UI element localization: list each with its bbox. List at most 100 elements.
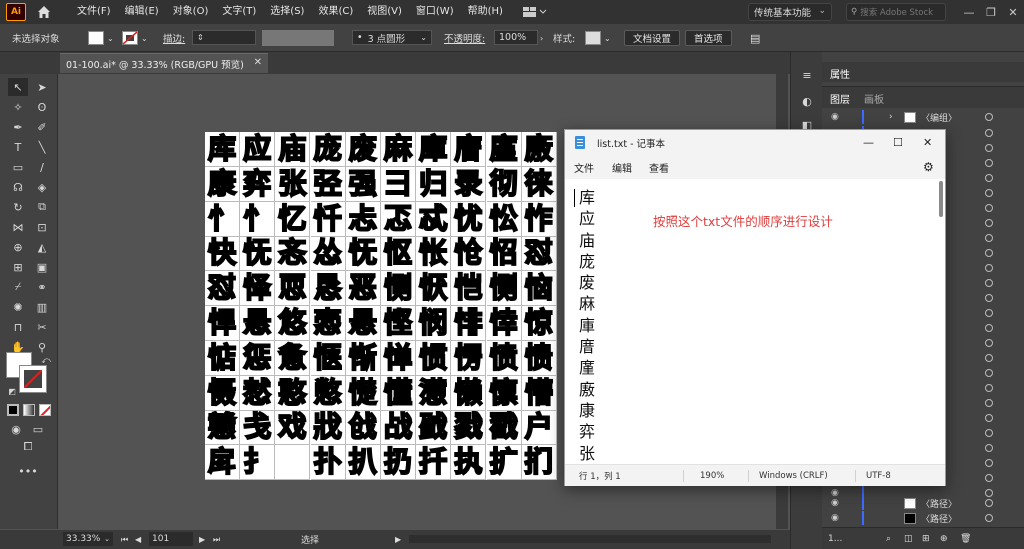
menu-type[interactable]: 文字(T) bbox=[215, 0, 263, 24]
eye-icon[interactable]: ◉ bbox=[831, 488, 839, 498]
glyph-cell[interactable]: 戳 bbox=[486, 410, 522, 446]
glyph-cell[interactable]: 恳 bbox=[310, 271, 346, 307]
glyph-cell[interactable]: 彻 bbox=[486, 166, 522, 202]
glyph-cell[interactable]: 愦 bbox=[521, 340, 557, 376]
glyph-cell[interactable]: 廑 bbox=[486, 132, 522, 167]
glyph-cell[interactable]: 悍 bbox=[205, 306, 240, 341]
glyph-cell[interactable]: 戆 bbox=[205, 410, 240, 446]
glyph-cell[interactable]: 恶 bbox=[345, 271, 381, 307]
glyph-cell[interactable]: 悻 bbox=[486, 306, 522, 341]
glyph-cell[interactable]: 强 bbox=[345, 166, 381, 202]
eyedropper-icon[interactable]: ⌿ bbox=[8, 278, 28, 296]
glyph-cell[interactable]: 扦 bbox=[416, 445, 452, 481]
target-icon[interactable] bbox=[985, 399, 993, 407]
menu-file[interactable]: 文件(F) bbox=[70, 0, 118, 24]
layer-row[interactable]: ◉ 〈路径〉 bbox=[822, 511, 1024, 525]
artboard-tool-icon[interactable]: ⊓ bbox=[8, 318, 28, 336]
glyph-cell[interactable]: 憨 bbox=[275, 375, 311, 411]
stock-search-input[interactable]: ⚲ 搜索 Adobe Stock bbox=[846, 3, 946, 21]
first-artboard-icon[interactable]: ⏮ bbox=[121, 535, 128, 545]
brush-definition-dropdown[interactable]: • 3 点圆形 ⌄ bbox=[352, 30, 432, 45]
panel-menu-icon[interactable]: ≡ bbox=[797, 66, 817, 84]
glyph-cell[interactable]: 戮 bbox=[451, 410, 487, 446]
glyph-cell[interactable]: 忞 bbox=[275, 236, 311, 272]
glyph-cell[interactable]: 归 bbox=[416, 166, 452, 202]
glyph-cell[interactable]: 怃 bbox=[345, 236, 381, 272]
width-tool-icon[interactable]: ⋈ bbox=[8, 218, 28, 236]
target-icon[interactable] bbox=[985, 444, 993, 452]
stroke-swatch[interactable]: ⌄ bbox=[122, 30, 148, 46]
status-menu-icon[interactable]: ▶ bbox=[395, 535, 401, 544]
glyph-cell[interactable]: 恧 bbox=[275, 271, 311, 307]
glyph-cell[interactable]: 戤 bbox=[416, 410, 452, 446]
glyph-cell[interactable]: 徕 bbox=[521, 166, 557, 202]
clipping-mask-icon[interactable]: ◫ bbox=[904, 534, 913, 544]
glyph-cell[interactable]: 忧 bbox=[451, 201, 487, 237]
notepad-menu-view[interactable]: 查看 bbox=[649, 160, 669, 175]
horizontal-scrollbar[interactable] bbox=[409, 535, 771, 543]
menu-object[interactable]: 对象(O) bbox=[166, 0, 216, 24]
target-icon[interactable] bbox=[985, 129, 993, 137]
notepad-menu-edit[interactable]: 编辑 bbox=[612, 160, 632, 175]
glyph-cell[interactable]: 懔 bbox=[486, 375, 522, 411]
target-icon[interactable] bbox=[985, 174, 993, 182]
glyph-cell[interactable]: 愤 bbox=[486, 340, 522, 376]
new-sublayer-icon[interactable]: ⊞ bbox=[922, 534, 930, 544]
selection-tool-icon[interactable]: ↖ bbox=[8, 78, 28, 96]
glyph-cell[interactable]: 怼 bbox=[521, 236, 557, 272]
tab-layers[interactable]: 图层 bbox=[830, 91, 850, 106]
target-icon[interactable] bbox=[985, 264, 993, 272]
target-icon[interactable] bbox=[985, 144, 993, 152]
curvature-tool-icon[interactable]: ✐ bbox=[32, 118, 52, 136]
delete-layer-icon[interactable]: 🗑 bbox=[960, 534, 971, 544]
glyph-cell[interactable]: 悱 bbox=[451, 306, 487, 341]
glyph-cell[interactable]: 户 bbox=[521, 410, 557, 446]
glyph-cell[interactable]: 悬 bbox=[345, 306, 381, 341]
gear-icon[interactable]: ⚙ bbox=[923, 160, 934, 174]
free-transform-icon[interactable]: ⊡ bbox=[32, 218, 52, 236]
target-icon[interactable] bbox=[985, 249, 993, 257]
screen-mode-icon[interactable]: ▭ bbox=[28, 420, 48, 438]
type-tool-icon[interactable]: T bbox=[8, 138, 28, 156]
glyph-cell[interactable]: 悠 bbox=[275, 306, 311, 341]
scale-tool-icon[interactable]: ⧉ bbox=[32, 198, 52, 216]
glyph-cell[interactable]: 扌 bbox=[240, 445, 276, 481]
none-mode-icon[interactable] bbox=[39, 404, 51, 416]
rotate-tool-icon[interactable]: ↻ bbox=[8, 198, 28, 216]
glyph-cell[interactable]: 戽 bbox=[205, 445, 240, 481]
glyph-cell[interactable]: 扩 bbox=[486, 445, 522, 481]
align-icon[interactable]: ▤ bbox=[750, 30, 760, 46]
menu-window[interactable]: 窗口(W) bbox=[409, 0, 461, 24]
glyph-cell[interactable]: 恹 bbox=[416, 271, 452, 307]
menu-edit[interactable]: 编辑(E) bbox=[118, 0, 166, 24]
glyph-cell[interactable]: 快 bbox=[205, 236, 240, 272]
menu-view[interactable]: 视图(V) bbox=[360, 0, 409, 24]
glyph-cell[interactable]: 惯 bbox=[416, 340, 452, 376]
glyph-cell[interactable]: 恻 bbox=[381, 271, 416, 307]
default-colors-icon[interactable]: ◩ bbox=[2, 382, 22, 400]
shape-builder-icon[interactable]: ⊕ bbox=[8, 238, 28, 256]
glyph-cell[interactable]: 怂 bbox=[310, 236, 346, 272]
glyph-cell[interactable]: 战 bbox=[381, 410, 416, 446]
glyph-cell[interactable]: 懵 bbox=[521, 375, 557, 411]
target-icon[interactable] bbox=[985, 339, 993, 347]
notepad-scrollbar[interactable] bbox=[939, 181, 943, 217]
minimize-icon[interactable]: — bbox=[863, 136, 874, 149]
layer-row[interactable]: ◉ bbox=[822, 486, 1024, 500]
target-icon[interactable] bbox=[985, 234, 993, 242]
preferences-button[interactable]: 首选项 bbox=[685, 30, 732, 46]
glyph-cell[interactable]: 麻 bbox=[381, 132, 416, 167]
close-icon[interactable]: ✕ bbox=[254, 57, 262, 68]
target-icon[interactable] bbox=[985, 489, 993, 497]
magic-wand-icon[interactable]: ✧ bbox=[8, 98, 28, 116]
eye-icon[interactable]: ◉ bbox=[831, 112, 839, 122]
variable-width-profile[interactable] bbox=[262, 30, 334, 46]
glyph-cell[interactable]: 库 bbox=[205, 132, 240, 167]
glyph-cell[interactable]: 戗 bbox=[345, 410, 381, 446]
tab-properties[interactable]: 属性 bbox=[830, 66, 850, 81]
glyph-cell[interactable]: 惬 bbox=[310, 340, 346, 376]
glyph-cell[interactable]: 彐 bbox=[381, 166, 416, 202]
target-icon[interactable] bbox=[985, 324, 993, 332]
glyph-cell[interactable]: 戏 bbox=[275, 410, 311, 446]
glyph-cell[interactable]: 废 bbox=[345, 132, 381, 167]
